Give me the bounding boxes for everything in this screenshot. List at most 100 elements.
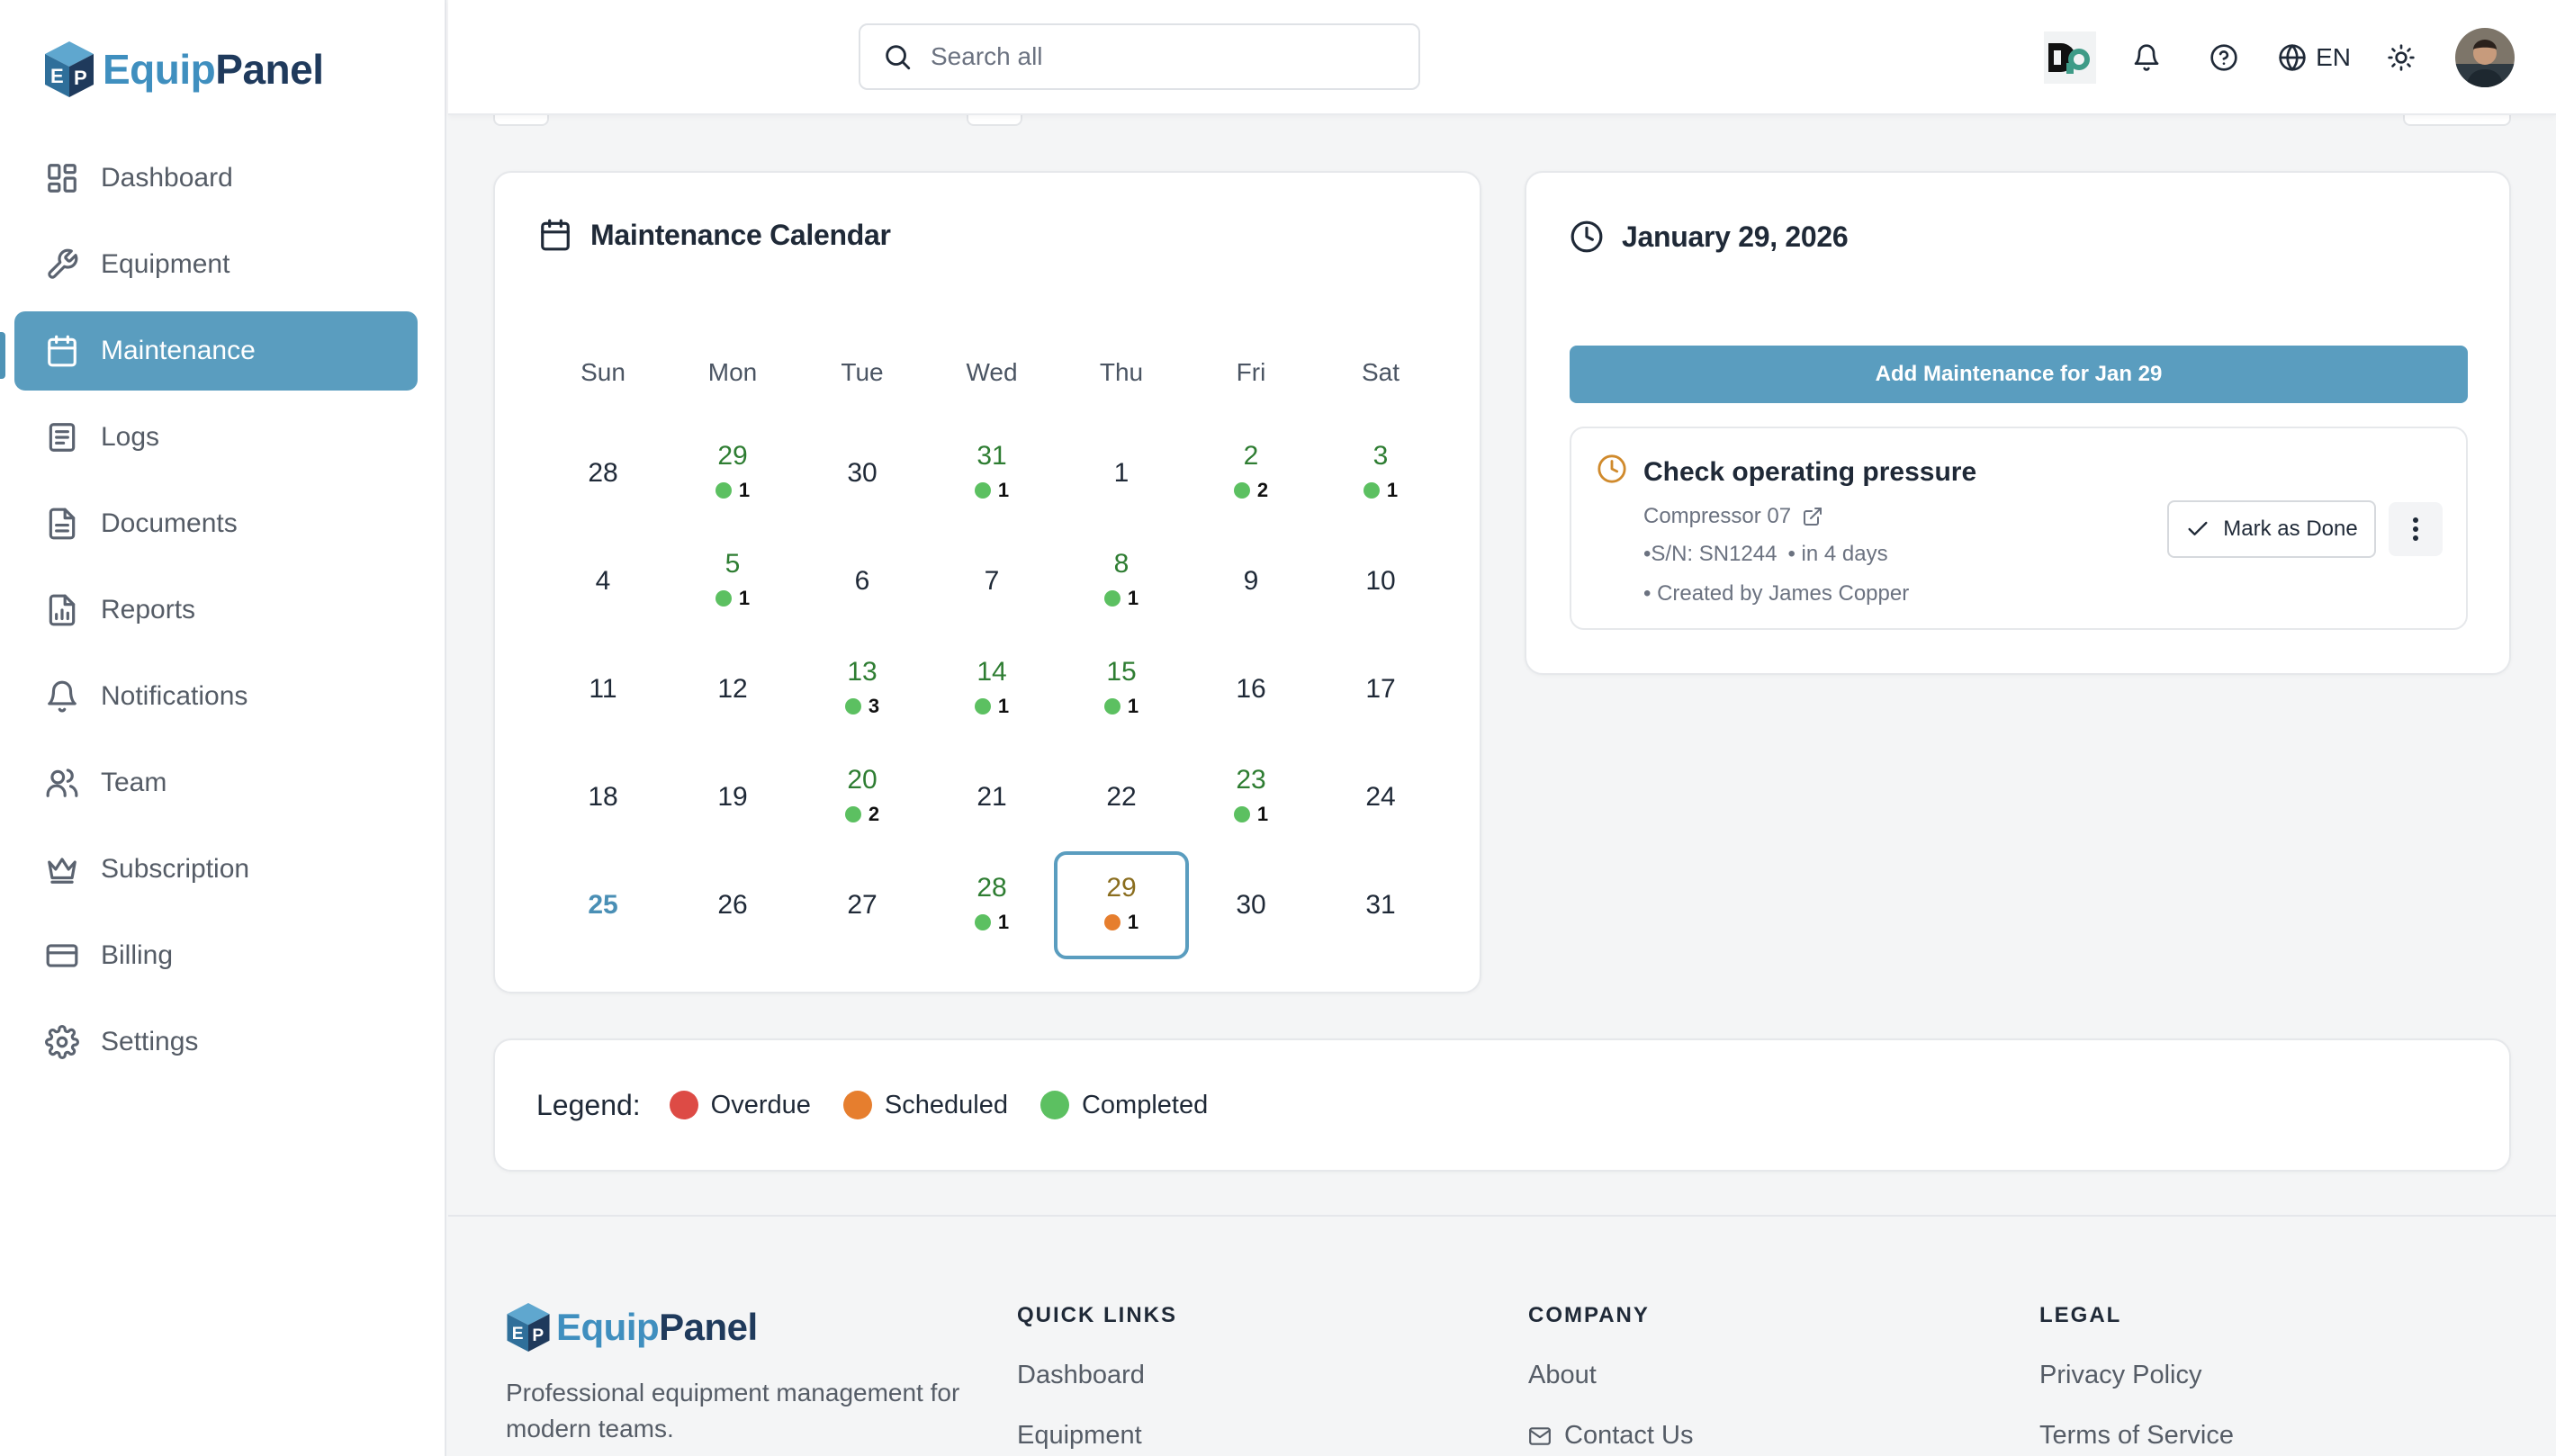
calendar-day[interactable]: 10 [1316, 527, 1445, 635]
calendar-day[interactable]: 27 [797, 851, 927, 959]
task-due: • in 4 days [1787, 542, 1888, 566]
selected-date-title: January 29, 2026 [1622, 220, 1849, 253]
sidebar-item-logs[interactable]: Logs [14, 398, 418, 477]
calendar-day[interactable]: 51 [668, 527, 797, 635]
legend-item-scheduled: Scheduled [842, 1091, 1008, 1120]
event-count: 1 [974, 695, 1009, 718]
calendar-title: Maintenance Calendar [590, 218, 891, 251]
page-footer: E P EquipPanel Professional equipment ma… [448, 1215, 2556, 1456]
day-number: 7 [984, 566, 1000, 596]
sidebar-nav: Dashboard Equipment Maintenance Logs Doc… [14, 139, 418, 1089]
sidebar-item-equipment[interactable]: Equipment [14, 225, 418, 304]
day-number: 29 [717, 441, 748, 471]
sidebar-item-dashboard[interactable]: Dashboard [14, 139, 418, 218]
sidebar-item-team[interactable]: Team [14, 743, 418, 822]
calendar-day[interactable]: 11 [538, 635, 668, 743]
footer-link-terms[interactable]: Terms of Service [2039, 1421, 2234, 1451]
calendar-week-row: 11 12 13 3 14 1 15 1 16 17 [538, 635, 1445, 743]
task-title: Check operating pressure [1643, 457, 1977, 487]
brand-logo[interactable]: E P EquipPanel [41, 40, 324, 99]
language-code: EN [2316, 43, 2351, 71]
calendar-day[interactable]: 20 2 [797, 743, 927, 851]
day-number: 21 [976, 782, 1007, 812]
calendar-day[interactable]: 28 1 [927, 851, 1057, 959]
footer-link-dashboard[interactable]: Dashboard [1017, 1361, 1177, 1390]
calendar-day[interactable]: 24 [1316, 743, 1445, 851]
external-link-icon [1804, 508, 1822, 526]
calendar-day[interactable]: 28 [538, 419, 668, 527]
sidebar-item-settings[interactable]: Settings [14, 1002, 418, 1082]
theme-toggle-button[interactable] [2374, 31, 2428, 85]
calendar-day[interactable]: 7 [927, 527, 1057, 635]
language-selector[interactable]: EN [2278, 43, 2351, 72]
calendar-card-header: Maintenance Calendar [538, 218, 891, 252]
day-number: 1 [1113, 458, 1130, 488]
sidebar-item-documents[interactable]: Documents [14, 484, 418, 563]
kebab-menu-icon [2413, 517, 2418, 541]
log-icon [49, 423, 76, 452]
calendar-day[interactable]: 14 1 [927, 635, 1057, 743]
calendar-day[interactable]: 9 [1186, 527, 1316, 635]
calendar-day[interactable]: 26 [668, 851, 797, 959]
calendar-day[interactable]: 16 [1186, 635, 1316, 743]
calendar-day[interactable]: 31 [1316, 851, 1445, 959]
calendar-day[interactable]: 4 [538, 527, 668, 635]
calendar-week-row: 25 26 27 28 1 29 1 30 31 [538, 851, 1445, 959]
footer-heading: COMPANY [1528, 1303, 1650, 1327]
notifications-button[interactable] [2120, 31, 2174, 85]
calendar-day[interactable]: 21 [927, 743, 1057, 851]
event-count-value: 1 [738, 479, 751, 501]
footer-link-equipment[interactable]: Equipment [1017, 1421, 1177, 1451]
mark-as-done-button[interactable]: Mark as Done [2167, 500, 2376, 558]
calendar-day[interactable]: 15 1 [1057, 635, 1186, 743]
day-number: 15 [1106, 657, 1137, 687]
calendar-day[interactable]: 31 1 [927, 419, 1057, 527]
calendar-day[interactable]: 6 [797, 527, 927, 635]
footer-link-contact[interactable]: Contact Us [1528, 1421, 1693, 1451]
help-button[interactable] [2197, 31, 2251, 85]
user-avatar[interactable] [2455, 28, 2515, 87]
footer-link-about[interactable]: About [1528, 1361, 1693, 1390]
calendar-day[interactable]: 29 1 [668, 419, 797, 527]
calendar-day[interactable]: 1 [1057, 419, 1186, 527]
event-count: 1 [715, 479, 751, 502]
footer-link-privacy[interactable]: Privacy Policy [2039, 1361, 2234, 1390]
calendar-day[interactable]: 29 1 [1054, 851, 1189, 959]
calendar-day[interactable]: 19 [668, 743, 797, 851]
calendar-day[interactable]: 31 [1316, 419, 1445, 527]
footer-logo[interactable]: E P EquipPanel [504, 1301, 758, 1353]
sidebar-item-label: Subscription [101, 854, 250, 884]
calendar-day[interactable]: 12 [668, 635, 797, 743]
calendar-day[interactable]: 18 [538, 743, 668, 851]
more-options-button[interactable] [2389, 502, 2443, 556]
calendar-day[interactable]: 13 3 [797, 635, 927, 743]
sidebar-item-maintenance[interactable]: Maintenance [14, 311, 418, 391]
sidebar-item-subscription[interactable]: Subscription [14, 830, 418, 909]
calendar-day[interactable]: 23 1 [1186, 743, 1316, 851]
calendar-day[interactable]: 17 [1316, 635, 1445, 743]
calendar-day[interactable]: 30 [1186, 851, 1316, 959]
day-number: 30 [847, 458, 878, 488]
calendar-day[interactable]: 22 [1186, 419, 1316, 527]
sidebar-item-reports[interactable]: Reports [14, 571, 418, 650]
footer-quick-links: QUICK LINKS Dashboard Equipment [1017, 1303, 1177, 1456]
sidebar-item-billing[interactable]: Billing [14, 916, 418, 995]
calendar-day[interactable]: 81 [1057, 527, 1186, 635]
search-box[interactable] [859, 23, 1420, 90]
dashboard-icon [48, 164, 76, 193]
day-number: 31 [976, 441, 1007, 471]
day-number: 26 [717, 890, 748, 920]
search-input[interactable] [931, 42, 1399, 71]
event-count-value: 2 [1256, 479, 1269, 501]
task-equipment-link[interactable]: Compressor 07 [1643, 504, 1823, 529]
sidebar-item-notifications[interactable]: Notifications [14, 657, 418, 736]
day-number: 28 [976, 873, 1007, 903]
calendar-day[interactable]: 22 [1057, 743, 1186, 851]
workspace-switcher[interactable] [2044, 31, 2097, 84]
day-details-card: January 29, 2026 Add Maintenance for Jan… [1525, 171, 2511, 675]
event-count-value: 1 [1386, 479, 1399, 501]
footer-link-label: Contact Us [1564, 1421, 1694, 1450]
calendar-day[interactable]: 25 [538, 851, 668, 959]
calendar-day[interactable]: 30 [797, 419, 927, 527]
add-maintenance-button[interactable]: Add Maintenance for Jan 29 [1570, 346, 2468, 403]
